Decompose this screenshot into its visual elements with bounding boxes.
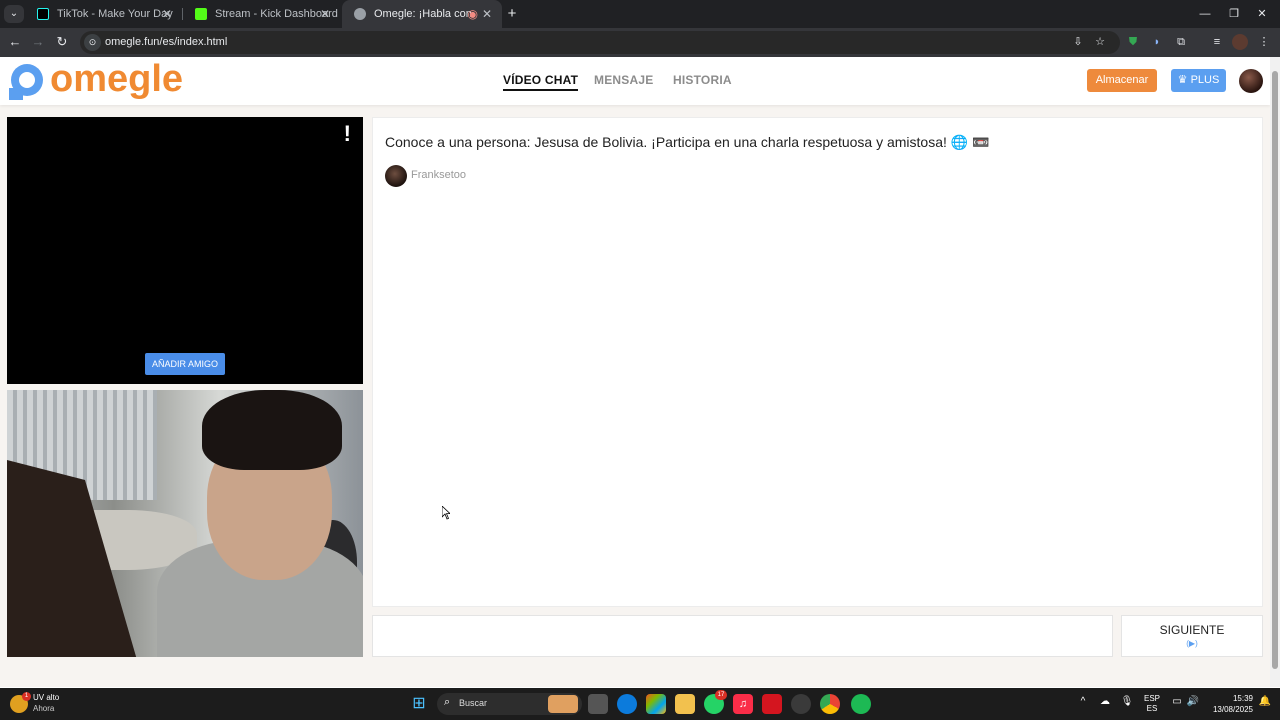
windows-start-icon[interactable]: ⊞ xyxy=(409,694,429,714)
nav-mensaje[interactable]: MENSAJE xyxy=(594,73,653,87)
obs-icon[interactable] xyxy=(791,694,811,714)
browser-tabstrip: ⌄ TikTok - Make Your Day ✕ Stream - Kick… xyxy=(0,0,1280,28)
remote-video: ! AÑADIR AMIGO xyxy=(7,117,363,384)
store-button[interactable]: Almacenar xyxy=(1087,69,1157,92)
network-icon[interactable]: ▭ xyxy=(1170,696,1184,707)
site-header: omegle VÍDEO CHAT MENSAJE HISTORIA Almac… xyxy=(0,57,1270,105)
taskbar-search[interactable]: ⌕ Buscar xyxy=(437,693,582,715)
plus-button[interactable]: ♛ PLUS xyxy=(1171,69,1226,92)
whatsapp-badge: 17 xyxy=(715,690,727,700)
restore-button[interactable]: ❐ xyxy=(1224,0,1244,28)
install-app-icon[interactable]: ⇩ xyxy=(1070,34,1086,50)
whatsapp-icon[interactable]: 17 xyxy=(704,690,727,714)
intro-message: Conoce a una persona: Jesusa de Bolivia.… xyxy=(385,134,990,150)
back-button[interactable]: ← xyxy=(6,33,24,51)
file-explorer-icon[interactable] xyxy=(675,694,695,714)
page-scrollbar[interactable] xyxy=(1270,57,1280,687)
task-view-icon[interactable] xyxy=(588,694,608,714)
next-shortcut-hint: (▶) xyxy=(1186,639,1198,648)
address-bar[interactable]: ⊙ omegle.fun/es/index.html xyxy=(80,31,1120,54)
nav-historia[interactable]: HISTORIA xyxy=(673,73,732,87)
mouse-cursor-icon xyxy=(442,506,450,520)
music-icon[interactable]: ♫ xyxy=(733,694,753,714)
language-indicator[interactable]: ESP ES xyxy=(1140,694,1164,714)
capcut-icon[interactable] xyxy=(762,694,782,714)
next-button[interactable]: SIGUIENTE (▶) xyxy=(1121,615,1263,657)
profile-avatar-icon[interactable] xyxy=(1232,34,1248,50)
chat-panel: Conoce a una persona: Jesusa de Bolivia.… xyxy=(372,117,1263,607)
tab-tiktok[interactable]: TikTok - Make Your Day ✕ xyxy=(25,0,182,28)
edge-icon[interactable] xyxy=(617,694,637,714)
taskbar-clock[interactable]: 15:39 13/08/2025 xyxy=(1205,693,1253,715)
kick-icon xyxy=(195,8,207,20)
minimize-button[interactable]: — xyxy=(1195,0,1215,28)
spotify-icon[interactable] xyxy=(851,694,871,714)
notification-bell-icon[interactable]: 🔔 xyxy=(1258,696,1272,707)
forward-button[interactable]: → xyxy=(29,33,47,51)
next-label: SIGUIENTE xyxy=(1159,623,1225,637)
page: omegle VÍDEO CHAT MENSAJE HISTORIA Almac… xyxy=(0,57,1270,687)
self-video xyxy=(7,390,363,657)
extension-shield-icon[interactable]: ⛊ xyxy=(1125,34,1141,50)
partner-avatar[interactable] xyxy=(385,165,407,187)
reload-button[interactable]: ↻ xyxy=(53,33,71,51)
omegle-logo-icon[interactable] xyxy=(7,62,47,100)
office-icon[interactable] xyxy=(646,694,666,714)
microphone-icon[interactable]: 🎙 xyxy=(1120,696,1134,707)
close-tab-icon[interactable]: ✕ xyxy=(482,0,492,28)
weather-badge: 1 xyxy=(22,692,31,701)
tiktok-icon xyxy=(37,8,49,20)
add-friend-button[interactable]: AÑADIR AMIGO xyxy=(145,353,225,375)
media-control-icon[interactable]: ≡ xyxy=(1209,34,1225,50)
volume-icon[interactable]: 🔊 xyxy=(1186,696,1200,707)
globe-icon xyxy=(354,8,366,20)
search-highlight-icon xyxy=(548,695,578,713)
chrome-icon[interactable] xyxy=(820,694,840,714)
user-avatar[interactable] xyxy=(1239,69,1263,93)
close-tab-icon[interactable]: ✕ xyxy=(162,0,172,28)
message-input[interactable] xyxy=(372,615,1113,657)
nav-video-chat[interactable]: VÍDEO CHAT xyxy=(503,73,579,91)
tab-search-icon[interactable]: ⌄ xyxy=(4,5,24,23)
logo-text[interactable]: omegle xyxy=(50,59,183,99)
browser-toolbar: ← → ↻ ⊙ omegle.fun/es/index.html ⇩ ☆ ⛊ ◗… xyxy=(0,28,1280,57)
search-icon: ⌕ xyxy=(444,696,451,708)
extensions-puzzle-icon[interactable]: ⧉ xyxy=(1173,34,1189,50)
report-icon[interactable]: ! xyxy=(344,121,351,147)
new-tab-button[interactable]: + xyxy=(505,0,519,28)
onedrive-icon[interactable]: ☁ xyxy=(1098,696,1112,707)
tab-kick[interactable]: Stream - Kick Dashboard ✕ xyxy=(183,0,340,28)
partner-name[interactable]: Franksetoo xyxy=(411,169,466,181)
extension-sound-icon[interactable]: ◗ xyxy=(1149,34,1165,50)
site-info-icon[interactable]: ⊙ xyxy=(84,34,101,51)
tab-omegle[interactable]: Omegle: ¡Habla con Descon ◉ ✕ xyxy=(342,0,502,28)
bookmark-star-icon[interactable]: ☆ xyxy=(1092,34,1108,50)
menu-kebab-icon[interactable]: ⋮ xyxy=(1256,34,1272,50)
close-tab-icon[interactable]: ✕ xyxy=(320,0,330,28)
taskbar: 1 UV alto Ahora ⊞ ⌕ Buscar 17 ♫ ^ ☁ 🎙 ES… xyxy=(0,688,1280,720)
tray-overflow-icon[interactable]: ^ xyxy=(1076,696,1090,707)
recording-icon: ◉ xyxy=(467,7,478,21)
close-window-button[interactable]: ✕ xyxy=(1252,0,1272,28)
